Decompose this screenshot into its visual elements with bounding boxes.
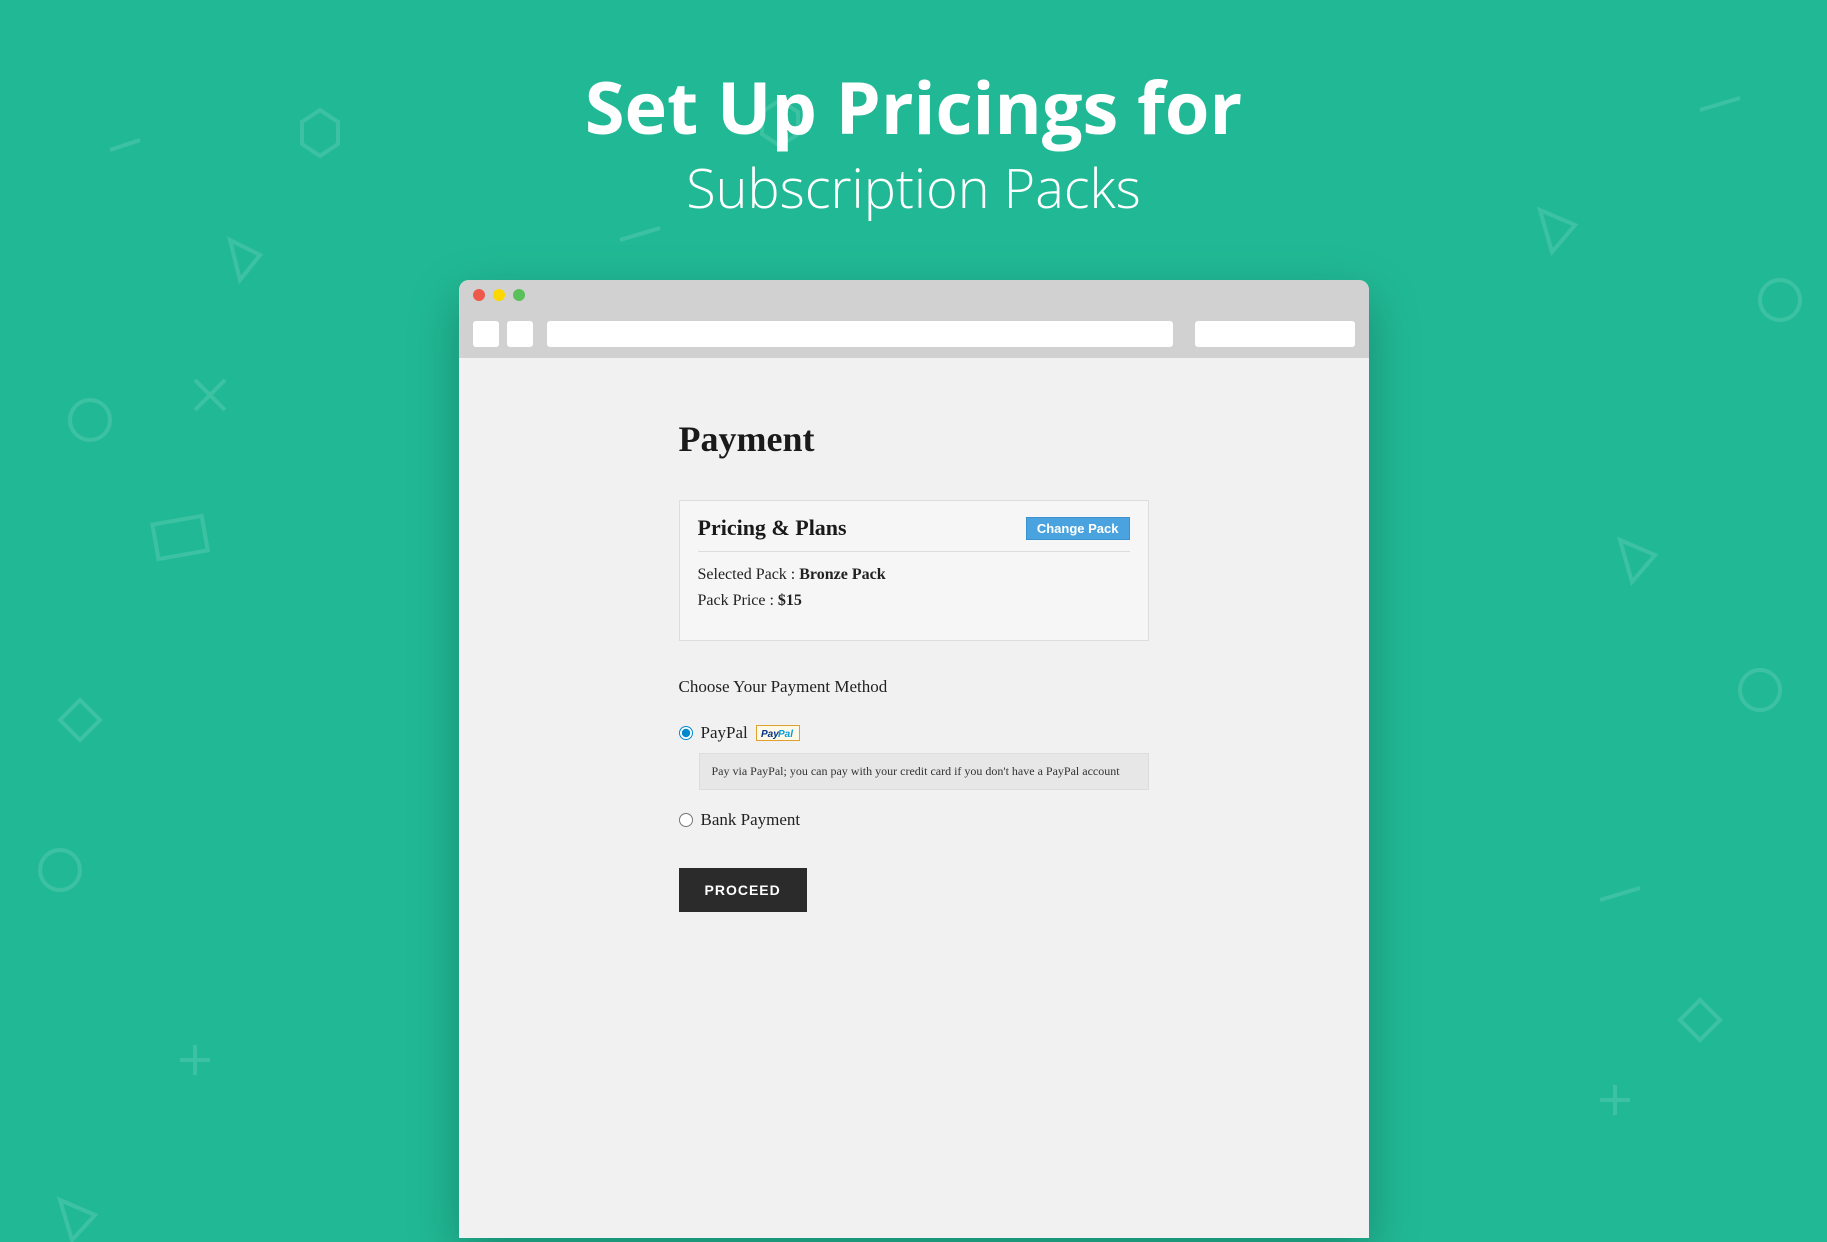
paypal-badge-icon: Pay Pal (756, 725, 800, 741)
bank-radio[interactable] (679, 813, 693, 827)
pack-price-value: $15 (778, 592, 802, 609)
toolbar-search[interactable] (1195, 321, 1355, 347)
svg-text:Pay: Pay (761, 729, 779, 739)
hero-title: Set Up Pricings for (0, 70, 1827, 146)
window-maximize-icon[interactable] (513, 289, 525, 301)
proceed-button[interactable]: PROCEED (679, 868, 807, 912)
bank-label: Bank Payment (701, 810, 801, 830)
selected-pack-label: Selected Pack : (698, 566, 800, 583)
pricing-card: Pricing & Plans Change Pack Selected Pac… (679, 500, 1149, 641)
payment-option-paypal[interactable]: PayPal Pay Pal (679, 723, 1149, 743)
window-close-icon[interactable] (473, 289, 485, 301)
toolbar-button[interactable] (507, 321, 533, 347)
selected-pack-row: Selected Pack : Bronze Pack (698, 566, 1130, 584)
payment-option-bank[interactable]: Bank Payment (679, 810, 1149, 830)
toolbar-button[interactable] (473, 321, 499, 347)
page-content: Payment Pricing & Plans Change Pack Sele… (459, 358, 1369, 1238)
change-pack-button[interactable]: Change Pack (1026, 517, 1130, 540)
hero-header: Set Up Pricings for Subscription Packs (0, 0, 1827, 224)
browser-toolbar (459, 310, 1369, 358)
paypal-radio[interactable] (679, 726, 693, 740)
selected-pack-value: Bronze Pack (799, 566, 885, 583)
pricing-card-header: Pricing & Plans Change Pack (698, 515, 1130, 552)
paypal-label: PayPal (701, 723, 748, 743)
pricing-card-title: Pricing & Plans (698, 515, 847, 541)
pack-price-row: Pack Price : $15 (698, 592, 1130, 610)
hero-subtitle: Subscription Packs (0, 150, 1827, 224)
page-title: Payment (679, 418, 1149, 460)
browser-window: Payment Pricing & Plans Change Pack Sele… (459, 280, 1369, 1238)
window-minimize-icon[interactable] (493, 289, 505, 301)
browser-titlebar (459, 280, 1369, 310)
payment-method-label: Choose Your Payment Method (679, 677, 1149, 697)
paypal-description: Pay via PayPal; you can pay with your cr… (699, 753, 1149, 790)
address-bar[interactable] (547, 321, 1173, 347)
pack-price-label: Pack Price : (698, 592, 778, 609)
svg-text:Pal: Pal (778, 729, 793, 739)
